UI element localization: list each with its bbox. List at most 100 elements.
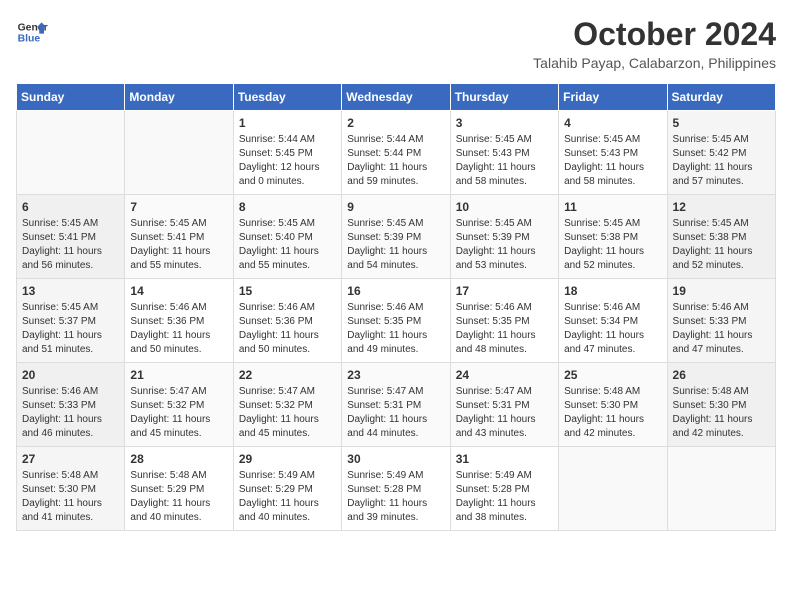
calendar-cell: 28Sunrise: 5:48 AMSunset: 5:29 PMDayligh… [125, 447, 233, 531]
cell-line: Sunset: 5:38 PM [564, 231, 661, 245]
svg-text:Blue: Blue [18, 34, 41, 45]
cell-line: Daylight: 11 hours and 50 minutes. [239, 329, 336, 357]
day-number: 16 [347, 284, 444, 298]
cell-line: Daylight: 11 hours and 39 minutes. [347, 497, 444, 525]
calendar-cell: 6 Sunrise: 5:45 AMSunset: 5:41 PMDaylight… [17, 195, 125, 279]
calendar-cell: 18Sunrise: 5:46 AMSunset: 5:34 PMDayligh… [559, 279, 667, 363]
cell-line: Sunset: 5:28 PM [347, 483, 444, 497]
cell-info: Sunrise: 5:49 AMSunset: 5:29 PMDaylight:… [239, 469, 336, 525]
cell-line: Sunset: 5:32 PM [130, 399, 227, 413]
cell-line: Daylight: 11 hours and 38 minutes. [456, 497, 553, 525]
calendar-cell: 8Sunrise: 5:45 AMSunset: 5:40 PMDaylight… [233, 195, 341, 279]
cell-info: Sunrise: 5:45 AMSunset: 5:43 PMDaylight:… [564, 133, 661, 189]
weekday-header: Tuesday [233, 84, 341, 111]
weekday-header: Saturday [667, 84, 775, 111]
day-number: 7 [130, 200, 227, 214]
cell-line: Sunrise: 5:45 AM [564, 217, 661, 231]
calendar-week-row: 1Sunrise: 5:44 AMSunset: 5:45 PMDaylight… [17, 111, 776, 195]
cell-line: Sunset: 5:45 PM [239, 147, 336, 161]
cell-line: Sunset: 5:40 PM [239, 231, 336, 245]
cell-line: Sunset: 5:41 PM [22, 231, 119, 245]
cell-line: Daylight: 11 hours and 46 minutes. [22, 413, 119, 441]
cell-info: Sunrise: 5:49 AMSunset: 5:28 PMDaylight:… [456, 469, 553, 525]
cell-line: Sunset: 5:39 PM [347, 231, 444, 245]
day-number: 1 [239, 116, 336, 130]
cell-line: Sunset: 5:35 PM [347, 315, 444, 329]
day-number: 19 [673, 284, 770, 298]
calendar-cell: 16Sunrise: 5:46 AMSunset: 5:35 PMDayligh… [342, 279, 450, 363]
calendar-cell: 2 Sunrise: 5:44 AMSunset: 5:44 PMDaylight… [342, 111, 450, 195]
calendar-cell: 19 Sunrise: 5:46 AMSunset: 5:33 PMDayligh… [667, 279, 775, 363]
cell-line: Sunrise: 5:48 AM [130, 469, 227, 483]
calendar-cell: 23Sunrise: 5:47 AMSunset: 5:31 PMDayligh… [342, 363, 450, 447]
day-number: 20 [22, 368, 119, 382]
cell-line: Daylight: 12 hours and 0 minutes. [239, 161, 336, 189]
cell-info: Sunrise: 5:44 AMSunset: 5:44 PMDaylight:… [347, 133, 444, 189]
cell-info: Sunrise: 5:47 AMSunset: 5:31 PMDaylight:… [456, 385, 553, 441]
cell-line: Daylight: 11 hours and 45 minutes. [239, 413, 336, 441]
day-number: 28 [130, 452, 227, 466]
cell-line: Daylight: 11 hours and 45 minutes. [130, 413, 227, 441]
cell-line: Daylight: 11 hours and 47 minutes. [564, 329, 661, 357]
title-block: October 2024 Talahib Payap, Calabarzon, … [533, 16, 776, 71]
day-number: 27 [22, 452, 119, 466]
day-number: 24 [456, 368, 553, 382]
cell-line: Sunrise: 5:45 AM [22, 217, 119, 231]
calendar-cell: 31Sunrise: 5:49 AMSunset: 5:28 PMDayligh… [450, 447, 558, 531]
calendar-cell: 9Sunrise: 5:45 AMSunset: 5:39 PMDaylight… [342, 195, 450, 279]
cell-info: Sunrise: 5:46 AMSunset: 5:34 PMDaylight:… [564, 301, 661, 357]
cell-line: Sunset: 5:42 PM [673, 147, 770, 161]
weekday-header: Sunday [17, 84, 125, 111]
day-number: 9 [347, 200, 444, 214]
day-number: 15 [239, 284, 336, 298]
calendar-cell: 3Sunrise: 5:45 AMSunset: 5:43 PMDaylight… [450, 111, 558, 195]
cell-info: Sunrise: 5:46 AMSunset: 5:35 PMDaylight:… [456, 301, 553, 357]
calendar-cell: 21Sunrise: 5:47 AMSunset: 5:32 PMDayligh… [125, 363, 233, 447]
cell-info: Sunrise: 5:45 AMSunset: 5:42 PMDaylight:… [673, 133, 770, 189]
cell-line: Sunset: 5:31 PM [347, 399, 444, 413]
cell-line: Sunset: 5:43 PM [564, 147, 661, 161]
calendar-cell: 15Sunrise: 5:46 AMSunset: 5:36 PMDayligh… [233, 279, 341, 363]
cell-line: Daylight: 11 hours and 54 minutes. [347, 245, 444, 273]
cell-line: Sunset: 5:28 PM [456, 483, 553, 497]
cell-info: Sunrise: 5:49 AMSunset: 5:28 PMDaylight:… [347, 469, 444, 525]
day-number: 6 [22, 200, 119, 214]
weekday-header: Wednesday [342, 84, 450, 111]
cell-line: Sunrise: 5:44 AM [347, 133, 444, 147]
cell-line: Sunset: 5:39 PM [456, 231, 553, 245]
cell-line: Daylight: 11 hours and 53 minutes. [456, 245, 553, 273]
day-number: 10 [456, 200, 553, 214]
day-number: 29 [239, 452, 336, 466]
cell-line: Daylight: 11 hours and 56 minutes. [22, 245, 119, 273]
calendar-cell: 25Sunrise: 5:48 AMSunset: 5:30 PMDayligh… [559, 363, 667, 447]
cell-info: Sunrise: 5:46 AMSunset: 5:33 PMDaylight:… [673, 301, 770, 357]
cell-info: Sunrise: 5:45 AMSunset: 5:38 PMDaylight:… [673, 217, 770, 273]
calendar-week-row: 27Sunrise: 5:48 AMSunset: 5:30 PMDayligh… [17, 447, 776, 531]
page-header: General Blue October 2024 Talahib Payap,… [16, 16, 776, 71]
day-number: 12 [673, 200, 770, 214]
logo-icon: General Blue [16, 16, 48, 48]
cell-line: Daylight: 11 hours and 59 minutes. [347, 161, 444, 189]
cell-line: Sunrise: 5:48 AM [673, 385, 770, 399]
cell-line: Sunrise: 5:45 AM [673, 217, 770, 231]
calendar-cell [17, 111, 125, 195]
cell-line: Sunset: 5:36 PM [239, 315, 336, 329]
cell-line: Sunrise: 5:46 AM [673, 301, 770, 315]
cell-line: Daylight: 11 hours and 42 minutes. [564, 413, 661, 441]
cell-info: Sunrise: 5:45 AMSunset: 5:37 PMDaylight:… [22, 301, 119, 357]
cell-line: Sunrise: 5:46 AM [22, 385, 119, 399]
cell-line: Daylight: 11 hours and 51 minutes. [22, 329, 119, 357]
cell-line: Sunset: 5:30 PM [564, 399, 661, 413]
cell-line: Daylight: 11 hours and 58 minutes. [456, 161, 553, 189]
cell-line: Daylight: 11 hours and 52 minutes. [673, 245, 770, 273]
calendar-cell [667, 447, 775, 531]
calendar-cell: 1 Sunrise: 5:44 AMSunset: 5:45 PMDaylight… [233, 111, 341, 195]
cell-line: Sunrise: 5:47 AM [130, 385, 227, 399]
cell-line: Daylight: 11 hours and 42 minutes. [673, 413, 770, 441]
calendar-cell: 13Sunrise: 5:45 AMSunset: 5:37 PMDayligh… [17, 279, 125, 363]
cell-line: Sunrise: 5:46 AM [130, 301, 227, 315]
day-number: 2 [347, 116, 444, 130]
day-number: 8 [239, 200, 336, 214]
cell-line: Sunrise: 5:46 AM [347, 301, 444, 315]
cell-line: Sunrise: 5:44 AM [239, 133, 336, 147]
